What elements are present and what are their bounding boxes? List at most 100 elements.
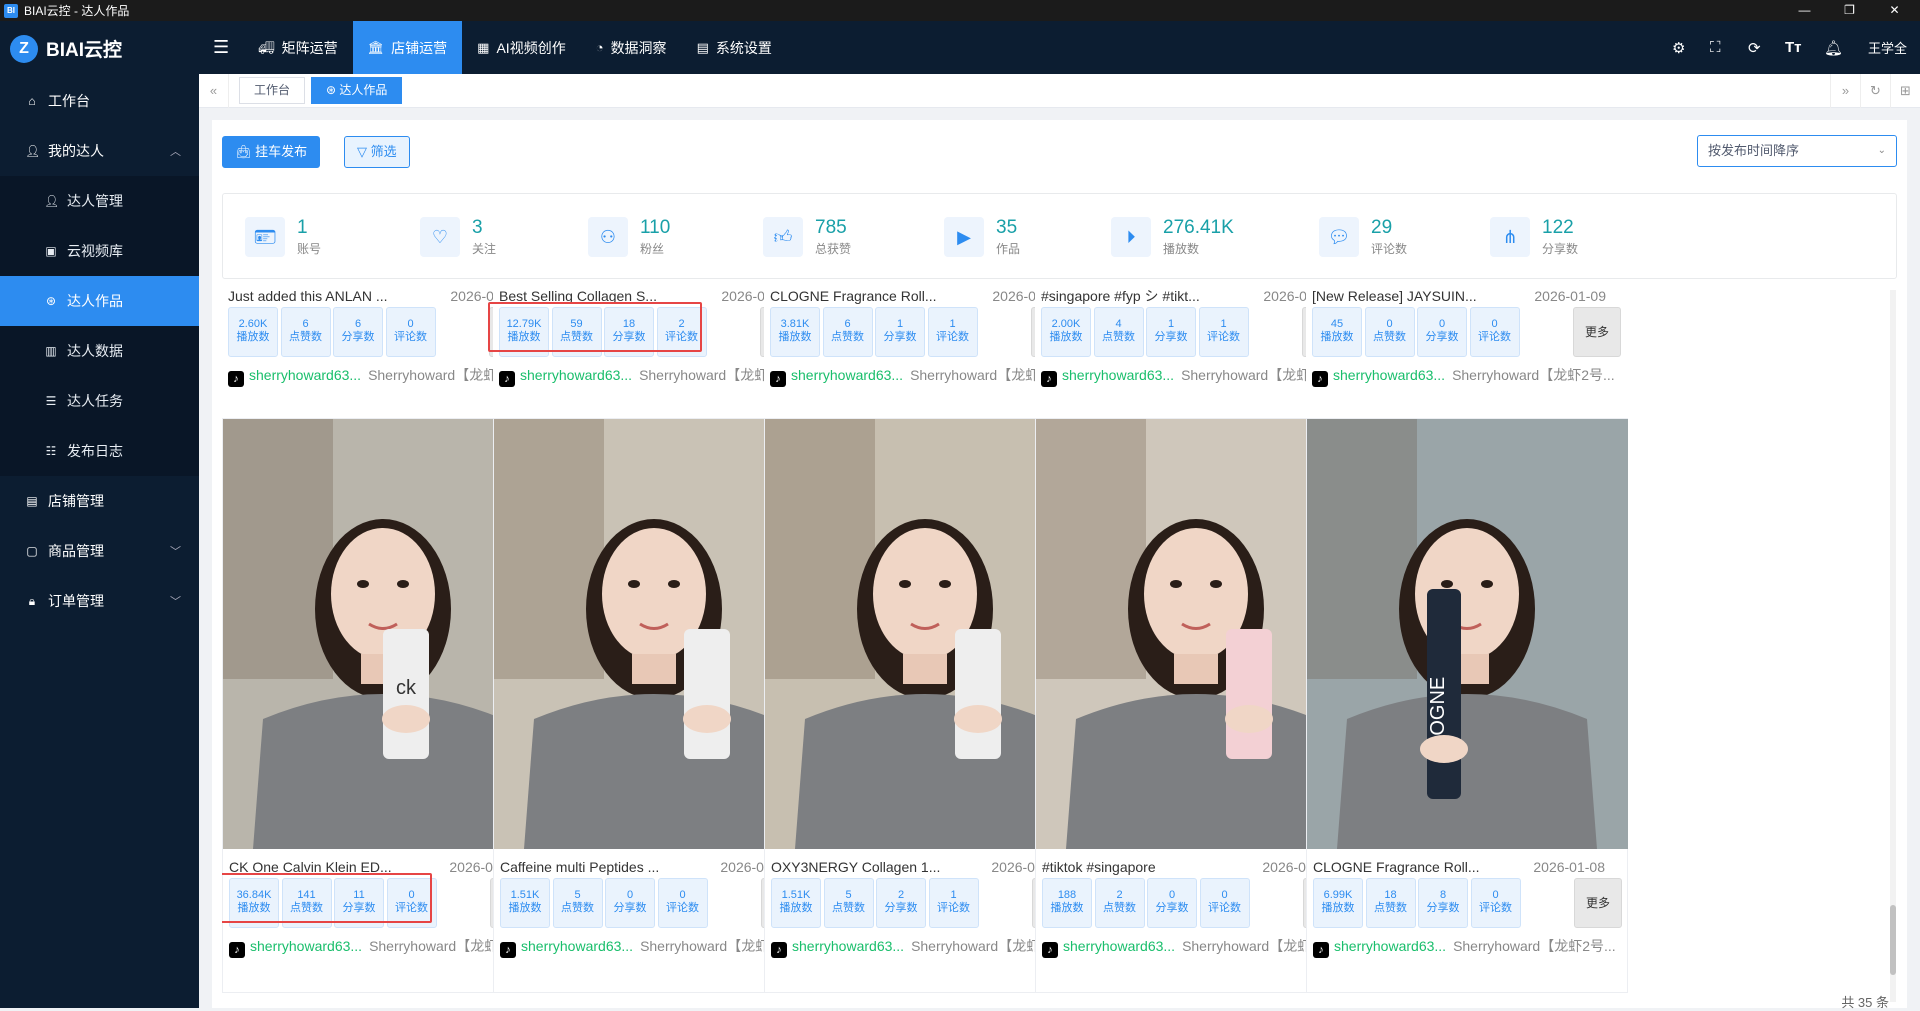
top-nav-item-1[interactable]: 🏛︎ 店铺运营 <box>352 21 463 74</box>
work-title[interactable]: OXY3NERGY Collagen 1... <box>771 856 979 878</box>
sidebar-item-0[interactable]: ⌂ 工作台 <box>0 76 199 126</box>
top-nav-item-2[interactable]: ▦ AI视频创作 <box>462 21 581 74</box>
metric-2[interactable]: 6 分享数 <box>333 307 383 357</box>
person-icon: ⚇ <box>588 217 628 257</box>
more-button[interactable]: 更多 <box>1573 307 1621 357</box>
tab-scroll-left-icon[interactable]: « <box>199 73 229 108</box>
work-title[interactable]: CLOGNE Fragrance Roll... <box>770 290 978 307</box>
metric-0[interactable]: 45 播放数 <box>1312 307 1362 357</box>
refresh-icon[interactable]: ⟳ <box>1748 21 1761 74</box>
author-handle[interactable]: sherryhoward63... <box>521 938 633 954</box>
more-button[interactable]: 更多 <box>1574 878 1622 928</box>
font-size-icon[interactable]: Tт <box>1785 21 1802 74</box>
author-handle[interactable]: sherryhoward63... <box>1062 367 1174 383</box>
metric-3[interactable]: 1 评论数 <box>928 878 979 928</box>
metric-0[interactable]: 1.51K 播放数 <box>500 878 550 928</box>
metric-1[interactable]: 6 点赞数 <box>822 307 873 357</box>
scrollbar-thumb[interactable] <box>1890 905 1896 975</box>
metric-3[interactable]: 1 评论数 <box>927 307 978 357</box>
work-card[interactable]: [New Release] JAYSUIN... 2026-01-09 45 播放数 0… <box>1306 290 1628 400</box>
scrollbar[interactable] <box>1890 290 1896 1002</box>
author-handle[interactable]: sherryhoward63... <box>1333 367 1445 383</box>
thumbs-up-icon: 👍︎ <box>763 217 803 257</box>
work-card[interactable]: CLOGNE CLOGNE Fragrance Roll... 2026-01-0… <box>1306 418 1628 993</box>
filter-button[interactable]: ▽ 筛选 <box>344 136 410 168</box>
metric-2[interactable]: 1 分享数 <box>1146 307 1196 357</box>
metric-0[interactable]: 1.51K 播放数 <box>771 878 821 928</box>
sidebar-item-2[interactable]: 👤︎ 达人管理 <box>0 176 199 226</box>
work-title[interactable]: Caffeine multi Peptides ... <box>500 856 708 878</box>
tab-creator-works[interactable]: ⊛ 达人作品 <box>311 77 403 104</box>
metric-1[interactable]: 0 点赞数 <box>1364 307 1415 357</box>
metric-2[interactable]: 0 分享数 <box>1417 307 1467 357</box>
tab-grid-icon[interactable]: ⊞ <box>1890 73 1920 108</box>
sidebar-item-9[interactable]: ▢ 商品管理 ﹀ <box>0 526 199 576</box>
tab-workbench[interactable]: 工作台 <box>239 77 306 104</box>
top-nav-item-0[interactable]: 🚚︎ 矩阵运营 <box>243 21 353 74</box>
sidebar-item-4[interactable]: ⊛ 达人作品 <box>0 276 199 326</box>
work-title[interactable]: #tiktok #singapore <box>1042 856 1250 878</box>
metric-0[interactable]: 6.99K 播放数 <box>1313 878 1363 928</box>
metric-3[interactable]: 0 评论数 <box>1469 307 1520 357</box>
minimize-icon[interactable]: — <box>1782 0 1827 21</box>
top-nav-item-4[interactable]: ▤ 系统设置 <box>682 21 787 74</box>
bell-icon[interactable]: 🔔︎ <box>1824 21 1843 74</box>
menu-toggle-icon[interactable]: ☰ <box>199 21 243 74</box>
top-nav-item-3[interactable]: ◔ 数据洞察 <box>581 21 682 74</box>
author-handle[interactable]: sherryhoward63... <box>1334 938 1446 954</box>
sidebar-item-5[interactable]: ▥ 达人数据 <box>0 326 199 376</box>
metric-3[interactable]: 0 评论数 <box>385 307 436 357</box>
tab-scroll-right-icon[interactable]: » <box>1830 73 1860 108</box>
metric-0[interactable]: 2.00K 播放数 <box>1041 307 1091 357</box>
sidebar-item-1[interactable]: 👤︎ 我的达人 ︿ <box>0 126 199 176</box>
close-icon[interactable]: ✕ <box>1872 0 1917 21</box>
metric-1[interactable]: 4 点赞数 <box>1093 307 1144 357</box>
metric-1[interactable]: 18 点赞数 <box>1365 878 1416 928</box>
author-handle[interactable]: sherryhoward63... <box>792 938 904 954</box>
metric-3[interactable]: 0 评论数 <box>657 878 708 928</box>
publish-button[interactable]: 👜︎ 挂车发布 <box>222 136 321 168</box>
metric-0[interactable]: 3.81K 播放数 <box>770 307 820 357</box>
metric-3[interactable]: 1 评论数 <box>1198 307 1249 357</box>
metric-2[interactable]: 0 分享数 <box>605 878 655 928</box>
metric-label: 分享数 <box>1426 902 1460 914</box>
metric-3[interactable]: 0 评论数 <box>1199 878 1250 928</box>
metric-1[interactable]: 5 点赞数 <box>823 878 874 928</box>
author-handle[interactable]: sherryhoward63... <box>791 367 903 383</box>
sidebar-item-6[interactable]: ☰ 达人任务 <box>0 376 199 426</box>
sidebar-item-8[interactable]: ▤ 店铺管理 <box>0 476 199 526</box>
settings-icon[interactable]: ⚙ <box>1672 21 1685 74</box>
sidebar-item-10[interactable]: 🔒︎ 订单管理 ﹀ <box>0 576 199 626</box>
metric-0[interactable]: 2.60K 播放数 <box>228 307 278 357</box>
user-name[interactable]: 王学全 <box>1868 21 1907 74</box>
metric-value: 8 <box>1439 889 1447 901</box>
sort-select[interactable]: 按发布时间降序 ⌄ <box>1697 135 1897 167</box>
metric-2[interactable]: 8 分享数 <box>1418 878 1468 928</box>
metric-1[interactable]: 5 点赞数 <box>552 878 603 928</box>
work-title[interactable]: Just added this ANLAN ... <box>228 290 436 307</box>
metric-2[interactable]: 1 分享数 <box>875 307 925 357</box>
metric-1[interactable]: 2 点赞数 <box>1094 878 1145 928</box>
work-title[interactable]: [New Release] JAYSUIN... <box>1312 290 1520 307</box>
metric-2[interactable]: 2 分享数 <box>876 878 926 928</box>
tab-refresh-icon[interactable]: ↻ <box>1860 73 1890 108</box>
author-handle[interactable]: sherryhoward63... <box>249 367 361 383</box>
metric-1[interactable]: 6 点赞数 <box>280 307 331 357</box>
work-author[interactable]: ♪ sherryhoward63... Sherryhoward【龙虾2号... <box>1312 365 1624 387</box>
author-handle[interactable]: sherryhoward63... <box>1063 938 1175 954</box>
metric-3[interactable]: 0 评论数 <box>1470 878 1521 928</box>
sidebar-item-7[interactable]: ☷ 发布日志 <box>0 426 199 476</box>
author-handle[interactable]: sherryhoward63... <box>520 367 632 383</box>
work-title[interactable]: #singapore #fyp シ #tikt... <box>1041 290 1249 307</box>
restore-icon[interactable]: ❐ <box>1827 0 1872 21</box>
metric-0[interactable]: 188 播放数 <box>1042 878 1092 928</box>
logo[interactable]: Z BIAI云控 <box>0 21 199 76</box>
work-author[interactable]: ♪ sherryhoward63... Sherryhoward【龙虾2号... <box>1313 936 1625 958</box>
sidebar-item-3[interactable]: ▣ 云视频库 <box>0 226 199 276</box>
work-title[interactable]: CLOGNE Fragrance Roll... <box>1313 856 1521 878</box>
metric-2[interactable]: 0 分享数 <box>1147 878 1197 928</box>
metric-label: 分享数 <box>1155 902 1189 914</box>
author-handle[interactable]: sherryhoward63... <box>250 938 362 954</box>
video-thumbnail[interactable]: CLOGNE <box>1307 419 1628 849</box>
fullscreen-icon[interactable]: ⛶ <box>1710 21 1721 74</box>
